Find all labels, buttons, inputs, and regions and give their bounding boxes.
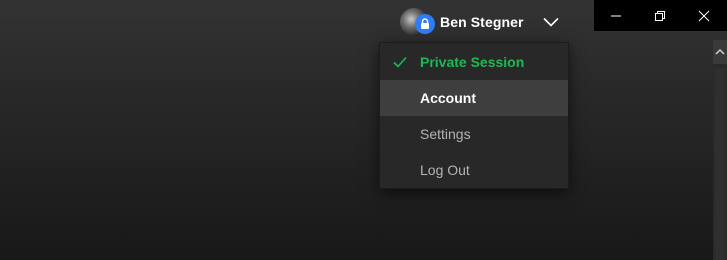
user-dropdown-menu: Private Session Account Settings Log Out [379, 42, 569, 189]
menu-item-account[interactable]: Account [380, 80, 568, 116]
user-name[interactable]: Ben Stegner [440, 14, 524, 30]
chevron-down-icon [543, 17, 559, 27]
scroll-track[interactable] [715, 68, 725, 260]
menu-item-label: Settings [420, 126, 471, 142]
close-button[interactable] [682, 0, 726, 31]
menu-item-log-out[interactable]: Log Out [380, 152, 568, 188]
menu-item-label: Log Out [420, 162, 470, 178]
restore-icon [655, 10, 665, 21]
close-icon [698, 10, 710, 21]
user-widget[interactable]: Ben Stegner [400, 6, 524, 38]
window-controls [594, 0, 727, 31]
lock-icon [421, 18, 429, 29]
check-icon [393, 56, 407, 68]
app-window: Ben Stegner Private Session Account Sett… [0, 0, 727, 260]
user-menu-toggle[interactable] [541, 12, 561, 32]
menu-item-label: Account [420, 90, 476, 106]
menu-item-private-session[interactable]: Private Session [380, 44, 568, 80]
menu-item-settings[interactable]: Settings [380, 116, 568, 152]
minimize-button[interactable] [594, 0, 638, 31]
chevron-up-icon [715, 48, 725, 55]
avatar[interactable] [400, 8, 435, 36]
restore-button[interactable] [638, 0, 682, 31]
scroll-up-button[interactable] [713, 40, 727, 64]
minimize-icon [611, 15, 621, 16]
menu-item-label: Private Session [420, 54, 525, 70]
lock-badge [415, 14, 435, 34]
